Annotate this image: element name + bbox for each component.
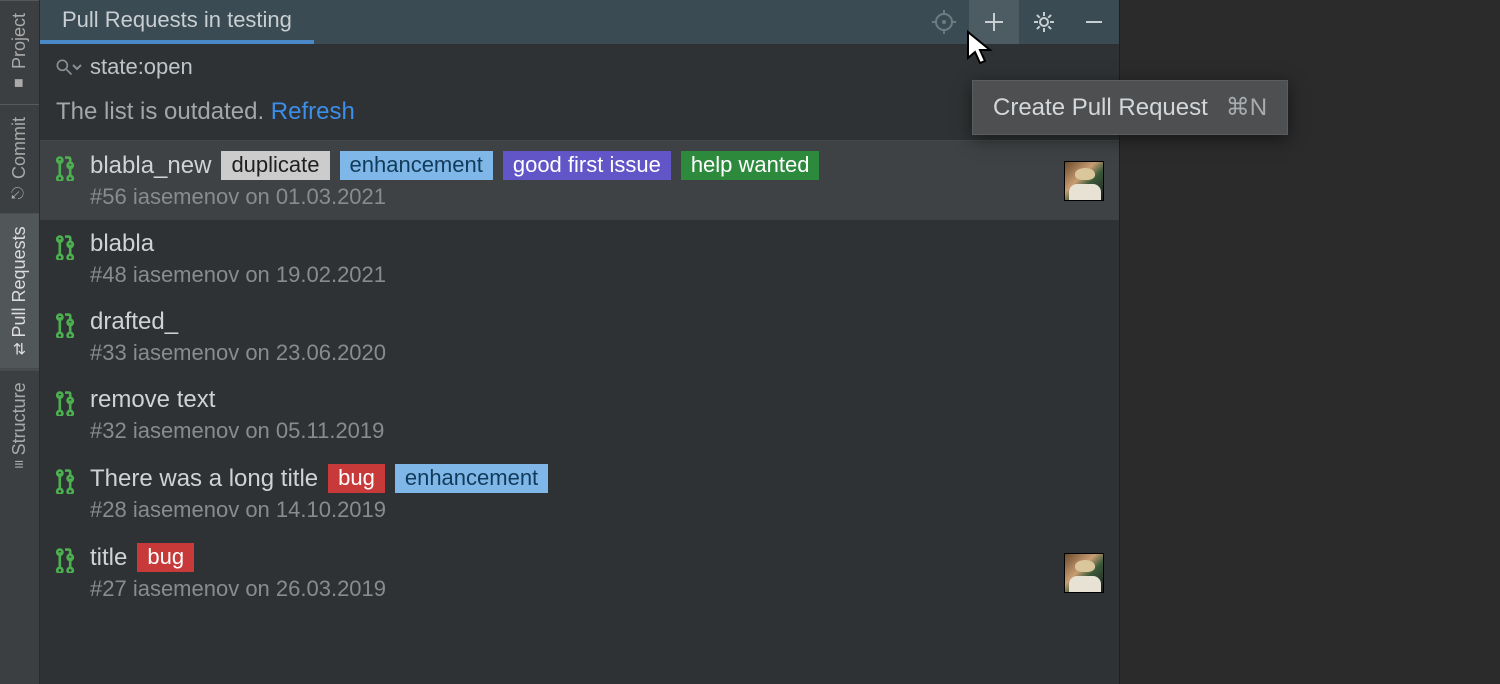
side-tab-label: Pull Requests	[9, 226, 30, 337]
pull-request-list: blabla_new duplicate enhancement good first…	[40, 141, 1119, 684]
pr-label: bug	[137, 543, 194, 572]
pr-open-icon	[54, 390, 76, 421]
pr-title-line: drafted_	[90, 308, 1049, 336]
pr-label: good first issue	[503, 151, 671, 180]
pr-label: bug	[328, 464, 385, 493]
pr-label: enhancement	[395, 464, 548, 493]
search-icon	[54, 57, 82, 77]
panel-title: Pull Requests in testing	[62, 7, 292, 33]
pr-body: blabla_new duplicate enhancement good first…	[90, 151, 1049, 210]
search-row	[40, 44, 1119, 90]
search-input[interactable]	[90, 54, 1105, 80]
pr-body: drafted_ #33 iasemenov on 23.06.2020	[90, 308, 1049, 366]
settings-button[interactable]	[1019, 0, 1069, 44]
side-tab-pull-requests[interactable]: ⇅ Pull Requests	[0, 213, 39, 368]
pr-open-icon	[54, 312, 76, 343]
gear-icon	[1032, 10, 1056, 34]
create-pr-tooltip: Create Pull Request ⌘N	[972, 80, 1288, 135]
pr-title-line: There was a long title bug enhancement	[90, 464, 1049, 493]
pr-open-icon	[54, 468, 76, 499]
folder-icon: ■	[11, 75, 28, 93]
pr-body: There was a long title bug enhancement #28 …	[90, 464, 1049, 523]
pr-icon: ⇅	[13, 340, 26, 359]
target-icon	[932, 10, 956, 34]
pr-meta: #33 iasemenov on 23.06.2020	[90, 340, 1049, 366]
create-pr-button[interactable]	[969, 0, 1019, 44]
pr-title: title	[90, 544, 127, 572]
pr-item[interactable]: blabla #48 iasemenov on 19.02.2021	[40, 220, 1119, 298]
pr-meta: #56 iasemenov on 01.03.2021	[90, 184, 1049, 210]
side-tab-label: Structure	[9, 382, 30, 455]
side-tab-label: Commit	[9, 117, 30, 179]
pr-item[interactable]: blabla_new duplicate enhancement good first…	[40, 141, 1119, 220]
pr-title: remove text	[90, 386, 215, 414]
panel-header: Pull Requests in testing	[40, 0, 1119, 44]
minimize-icon	[1082, 10, 1106, 34]
pr-item[interactable]: title bug #27 iasemenov on 26.03.2019	[40, 533, 1119, 612]
pr-open-icon	[54, 155, 76, 186]
pr-title-line: blabla_new duplicate enhancement good first…	[90, 151, 1049, 180]
avatar	[1064, 161, 1104, 201]
pr-meta: #27 iasemenov on 26.03.2019	[90, 576, 1049, 602]
locate-button[interactable]	[919, 0, 969, 44]
refresh-link[interactable]: Refresh	[271, 98, 355, 125]
pr-meta: #48 iasemenov on 19.02.2021	[90, 262, 1049, 288]
pr-assignee-avatar	[1063, 161, 1105, 201]
pr-title: drafted_	[90, 308, 178, 336]
pr-label: help wanted	[681, 151, 820, 180]
pr-item[interactable]: drafted_ #33 iasemenov on 23.06.2020	[40, 298, 1119, 376]
pr-meta: #32 iasemenov on 05.11.2019	[90, 418, 1049, 444]
pr-title: blabla	[90, 230, 154, 258]
pr-body: blabla #48 iasemenov on 19.02.2021	[90, 230, 1049, 288]
pull-requests-panel: Pull Requests in testing	[40, 0, 1120, 684]
notice-text: The list is outdated.	[56, 98, 271, 125]
side-tab-structure[interactable]: ≡ Structure	[0, 369, 39, 482]
side-tab-label: Project	[9, 13, 30, 69]
pr-item[interactable]: There was a long title bug enhancement #28 …	[40, 454, 1119, 533]
pr-title-line: blabla	[90, 230, 1049, 258]
pr-title-line: remove text	[90, 386, 1049, 414]
pr-body: remove text #32 iasemenov on 05.11.2019	[90, 386, 1049, 444]
plus-icon	[982, 10, 1006, 34]
commit-icon: ⎋	[12, 184, 28, 202]
structure-icon: ≡	[15, 456, 24, 474]
pr-open-icon	[54, 547, 76, 578]
tooltip-shortcut: ⌘N	[1226, 93, 1267, 122]
pr-title-line: title bug	[90, 543, 1049, 572]
pr-label: enhancement	[340, 151, 493, 180]
outdated-notice: The list is outdated. Refresh	[40, 90, 1119, 141]
pr-item[interactable]: remove text #32 iasemenov on 05.11.2019	[40, 376, 1119, 454]
side-tool-strip: ■ Project ⎋ Commit ⇅ Pull Requests ≡ Str…	[0, 0, 40, 684]
pr-label: duplicate	[221, 151, 329, 180]
pr-title: There was a long title	[90, 465, 318, 493]
minimize-button[interactable]	[1069, 0, 1119, 44]
avatar	[1064, 553, 1104, 593]
pr-meta: #28 iasemenov on 14.10.2019	[90, 497, 1049, 523]
pr-body: title bug #27 iasemenov on 26.03.2019	[90, 543, 1049, 602]
panel-tab[interactable]: Pull Requests in testing	[40, 0, 314, 44]
tooltip-text: Create Pull Request	[993, 94, 1208, 122]
pr-open-icon	[54, 234, 76, 265]
side-tab-project[interactable]: ■ Project	[0, 0, 39, 104]
pr-title: blabla_new	[90, 152, 211, 180]
pr-assignee-avatar	[1063, 553, 1105, 593]
side-tab-commit[interactable]: ⎋ Commit	[0, 104, 39, 213]
